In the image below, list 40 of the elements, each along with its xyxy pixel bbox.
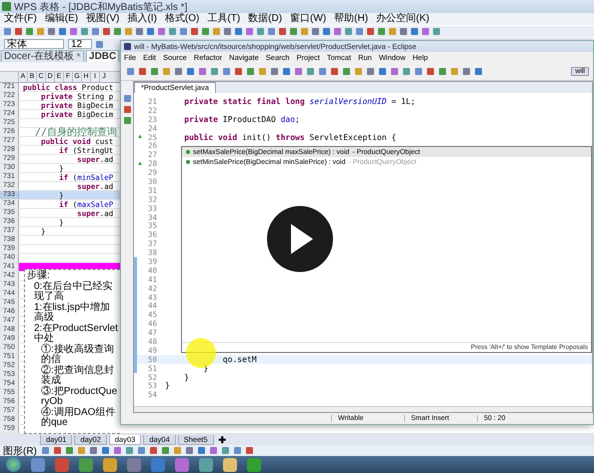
menu-item[interactable]: 帮助(H) [334, 13, 368, 25]
app-icon[interactable] [31, 458, 45, 472]
code-line: } [183, 372, 190, 382]
text-line: 2:在ProductServlet中处 [33, 324, 119, 344]
text-line: ④:调用DAO组件的que [40, 408, 116, 428]
code-line: qo.setM [222, 354, 257, 364]
menu-item[interactable]: 数据(D) [248, 13, 282, 25]
start-orb-icon[interactable] [6, 457, 21, 472]
font-size-field[interactable]: 12 [68, 39, 92, 49]
text-line: 0:在后台中已经实现了高 [33, 282, 114, 302]
text-line: 1:在list.jsp中增加高级 [33, 302, 112, 323]
menu-item[interactable]: 视图(V) [86, 13, 120, 25]
app-logo-icon [2, 2, 11, 11]
app-logo-icon [124, 43, 131, 50]
code-line: //自身的控制查询 [34, 128, 118, 136]
menu-item[interactable]: 工具(T) [207, 13, 240, 25]
app-icon[interactable] [199, 458, 213, 472]
code-line: } [164, 381, 170, 390]
add-icon[interactable]: ✚ [216, 435, 230, 445]
formula-bar[interactable] [0, 62, 120, 72]
app-icon[interactable] [223, 458, 237, 472]
menu-item[interactable]: 插入(I) [127, 13, 157, 25]
app-icon[interactable] [79, 458, 93, 472]
window-title: WPS 表格 - [JDBC和MyBatis笔记.xls *] [14, 0, 188, 13]
text-line: ①:接收高级查询的信 [40, 344, 115, 365]
code-line: public void init() throws ServletException { [183, 132, 396, 142]
text-line: ③:把ProductQueryOb [40, 386, 118, 407]
app-icon[interactable] [175, 458, 189, 472]
text-line: 步骤: [27, 271, 51, 281]
text-line: ②:把查询信息封装成 [40, 366, 115, 386]
app-icon[interactable] [247, 458, 261, 472]
app-icon[interactable] [103, 458, 117, 472]
drawing-menu[interactable]: 图形(R) [3, 445, 37, 456]
app-icon[interactable] [127, 458, 141, 472]
menu-item[interactable]: 编辑(E) [44, 13, 78, 25]
font-field[interactable]: 宋体 [4, 39, 64, 49]
code-line: private static final long serialVersionUID = 1L; [183, 96, 416, 106]
document-tab[interactable]: JDBC [86, 50, 120, 62]
code-line: private IProductDAO dao; [183, 114, 300, 124]
menu-item[interactable]: 格式(O) [164, 13, 200, 25]
